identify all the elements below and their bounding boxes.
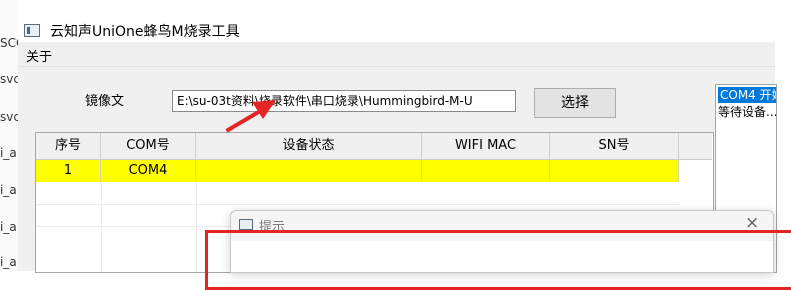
annotation-arrow-icon [226, 100, 276, 132]
